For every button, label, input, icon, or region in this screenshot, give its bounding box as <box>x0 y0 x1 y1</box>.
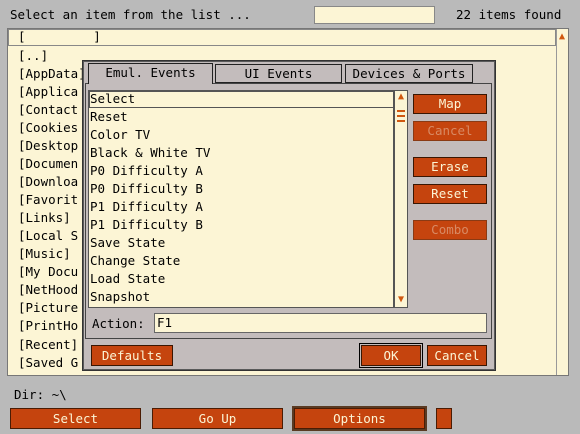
scroll-up-icon[interactable]: ▲ <box>557 31 567 43</box>
combo-button[interactable]: Combo <box>413 220 487 240</box>
file-list-item[interactable]: [Picture <box>18 299 78 317</box>
file-list-item[interactable]: [Saved G <box>18 354 78 372</box>
reset-button[interactable]: Reset <box>413 184 487 204</box>
event-item[interactable]: Snapshot <box>90 288 150 306</box>
defaults-button[interactable]: Defaults <box>91 345 173 366</box>
action-label: Action: <box>92 316 145 331</box>
file-list-item[interactable]: [My Docu <box>18 263 78 281</box>
file-list-item[interactable]: [Contact <box>18 101 78 119</box>
file-list-item[interactable]: [Favorit <box>18 191 78 209</box>
event-item[interactable]: Load State <box>90 270 165 288</box>
tab-devices-ports[interactable]: Devices & Ports <box>345 64 473 83</box>
file-list-item[interactable]: [Links] <box>18 209 71 227</box>
event-item[interactable]: Change State <box>90 252 180 270</box>
action-field[interactable]: F1 <box>154 313 487 333</box>
file-list-item[interactable]: [Documen <box>18 155 78 173</box>
scroll-up-icon[interactable]: ▲ <box>395 91 407 103</box>
event-item[interactable]: Black & White TV <box>90 144 210 162</box>
file-list-item[interactable]: [ ] <box>18 28 101 46</box>
file-list-item[interactable]: [Music] <box>18 245 71 263</box>
header-title: Select an item from the list ... <box>10 7 251 22</box>
event-item[interactable]: Save State <box>90 234 165 252</box>
tab-ui-events[interactable]: UI Events <box>215 64 342 83</box>
event-item[interactable]: P1 Difficulty A <box>90 198 203 216</box>
scroll-thumb[interactable] <box>396 108 406 126</box>
options-button[interactable]: Options <box>292 406 427 431</box>
event-item[interactable]: P1 Difficulty B <box>90 216 203 234</box>
event-item[interactable]: P0 Difficulty A <box>90 162 203 180</box>
cancel-button[interactable]: Cancel <box>427 345 487 366</box>
event-item[interactable]: Select <box>90 90 135 108</box>
ok-button[interactable]: OK <box>359 343 423 368</box>
file-list-item[interactable]: [PrintHo <box>18 317 78 335</box>
file-list-scrollbar[interactable] <box>556 29 568 375</box>
scroll-down-icon[interactable]: ▼ <box>395 294 407 306</box>
cancel-map-button[interactable]: Cancel <box>413 121 487 141</box>
file-list-item[interactable]: [NetHood <box>18 281 78 299</box>
event-item[interactable]: Reset <box>90 108 128 126</box>
event-item[interactable]: Color TV <box>90 126 150 144</box>
filter-input[interactable] <box>314 6 435 24</box>
file-list-item[interactable]: [Desktop <box>18 137 78 155</box>
file-list-item[interactable]: [..] <box>18 47 48 65</box>
file-list-item[interactable]: [Recent] <box>18 336 78 354</box>
partial-button[interactable] <box>436 408 452 429</box>
tab-emul-events[interactable]: Emul. Events <box>88 63 213 84</box>
file-list-item[interactable]: [Downloa <box>18 173 78 191</box>
go-up-button[interactable]: Go Up <box>152 408 283 429</box>
map-button[interactable]: Map <box>413 94 487 114</box>
erase-button[interactable]: Erase <box>413 157 487 177</box>
file-list-item[interactable]: [Local S <box>18 227 78 245</box>
item-count: 22 items found <box>456 7 562 22</box>
file-list-item[interactable]: [Cookies <box>18 119 78 137</box>
file-list-item[interactable]: [Applica <box>18 83 78 101</box>
select-button[interactable]: Select <box>10 408 141 429</box>
event-item[interactable]: P0 Difficulty B <box>90 180 203 198</box>
file-list-item[interactable]: [AppData] <box>18 65 86 83</box>
directory-path: Dir: ~\ <box>14 387 67 402</box>
